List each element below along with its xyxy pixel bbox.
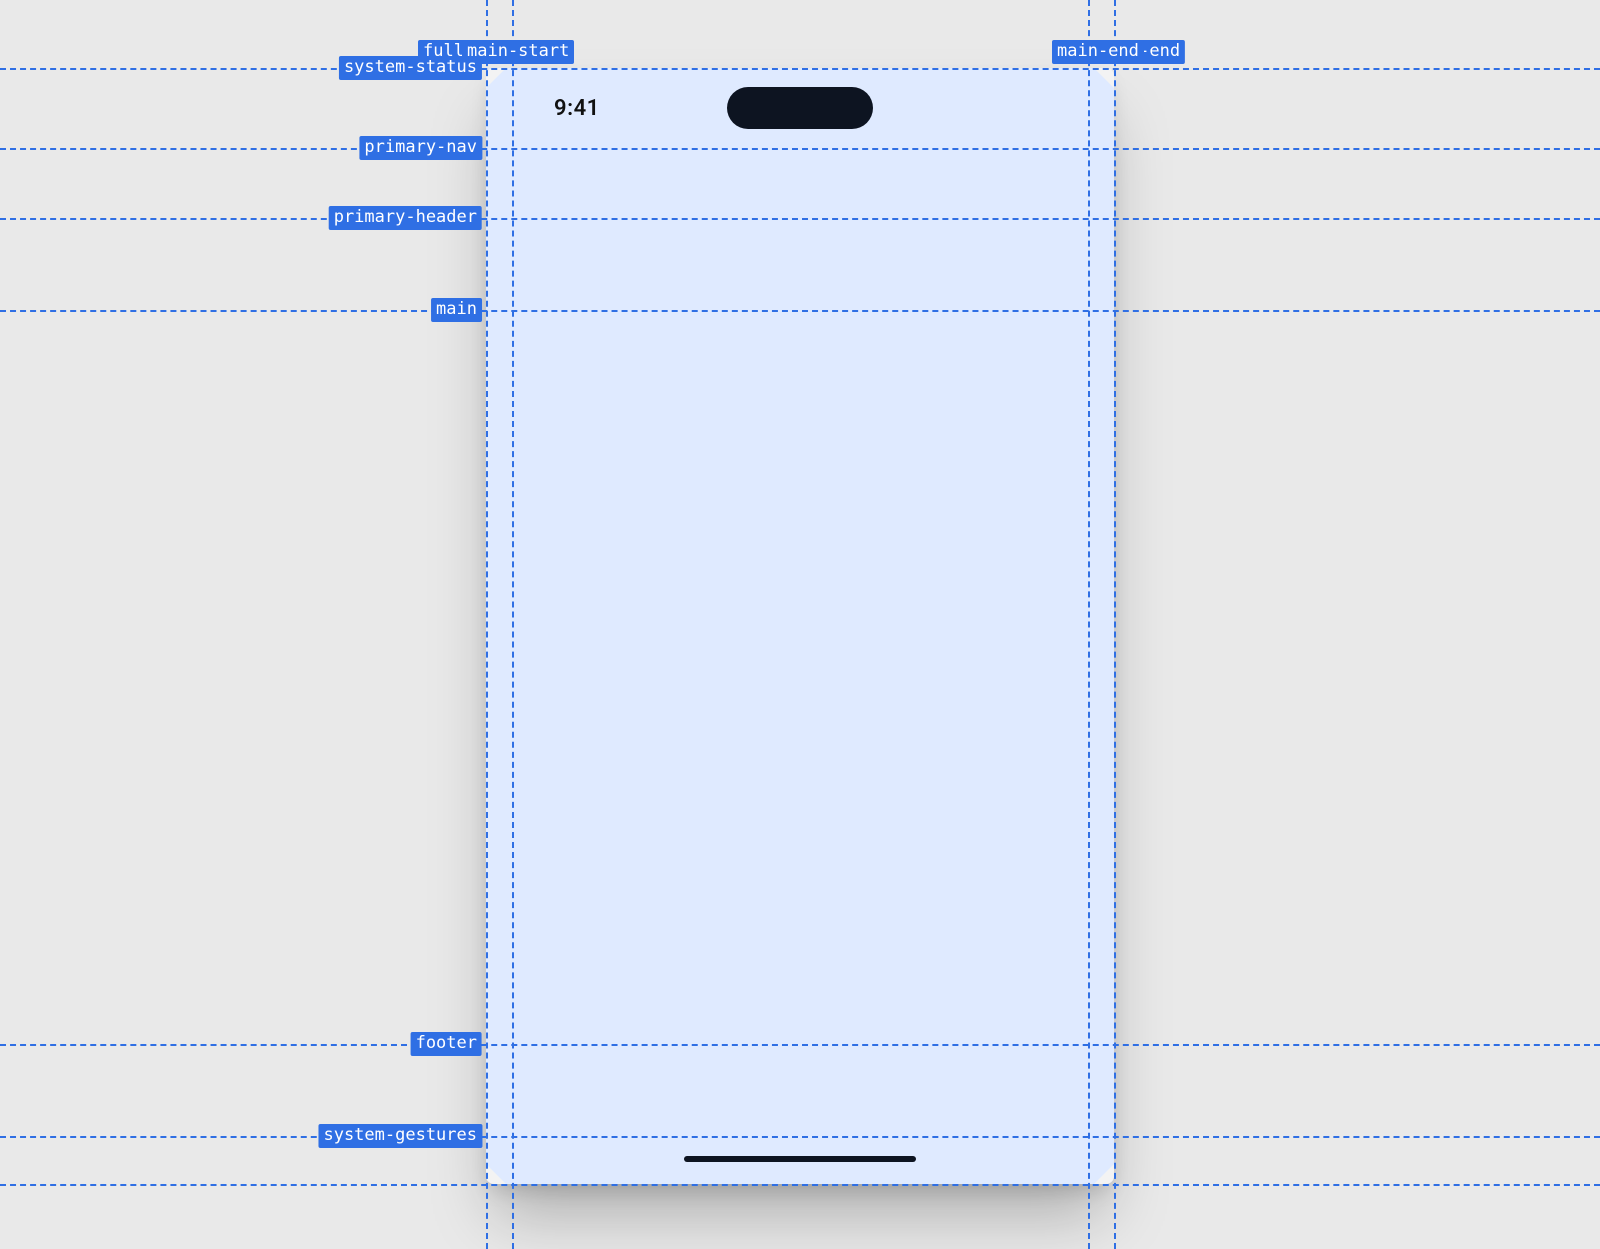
guide-label-main: main: [431, 298, 482, 322]
guide-label-footer: footer: [411, 1032, 482, 1056]
layout-guides-diagram: 9:41 fullb main-start main-end d-end sys…: [0, 0, 1600, 1249]
guide-label-main-end: main-end: [1052, 40, 1144, 64]
status-bar-time: 9:41: [554, 96, 600, 121]
corner-notch: [1094, 1164, 1114, 1184]
corner-notch: [1094, 68, 1114, 88]
device-screen: 9:41: [486, 68, 1114, 1184]
guide-label-primary-nav: primary-nav: [359, 136, 482, 160]
guide-label-system-status: system-status: [339, 56, 482, 80]
corner-notch: [486, 1164, 506, 1184]
guide-horizontal-device-bottom: [0, 1184, 1600, 1186]
corner-notch: [486, 68, 506, 88]
dynamic-island: [727, 87, 873, 129]
device-frame: 9:41: [486, 68, 1114, 1184]
guide-label-primary-header: primary-header: [329, 206, 482, 230]
guide-label-system-gestures: system-gestures: [318, 1124, 482, 1148]
home-indicator: [684, 1156, 916, 1162]
guide-vertical-full-bleed-end: [1114, 0, 1116, 1249]
